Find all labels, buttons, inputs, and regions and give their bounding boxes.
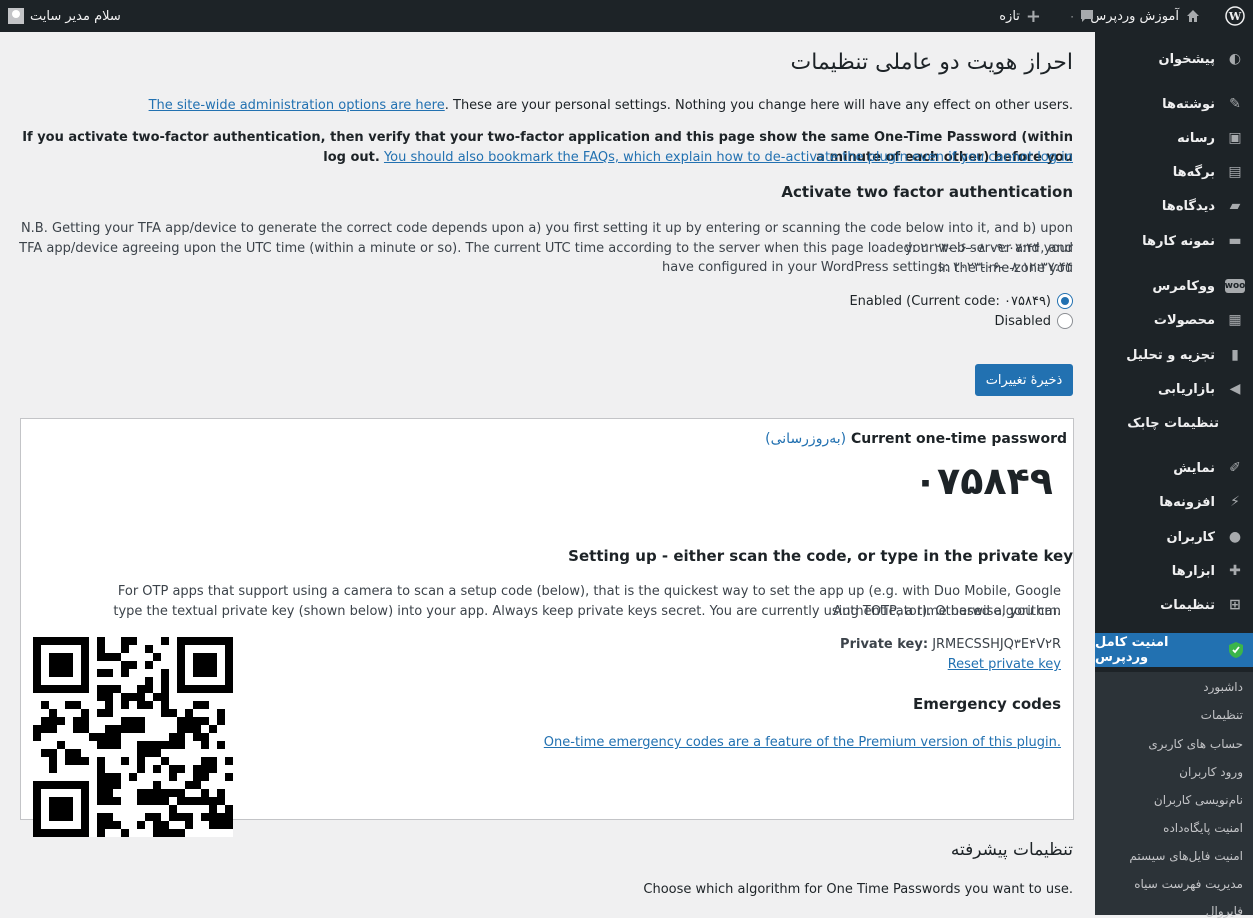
products-icon: ▦ <box>1228 312 1242 328</box>
radio-disabled-row[interactable]: Disabled <box>995 313 1073 329</box>
submenu-item-dashboard[interactable]: داشبورد <box>1203 680 1243 694</box>
submenu-item-settings[interactable]: تنظیمات <box>1201 708 1243 722</box>
comment-bubble-icon <box>1081 10 1093 22</box>
sidebar-item-analytics[interactable]: تجزیه و تحلیل ▮ <box>1095 338 1253 372</box>
users-icon: ● <box>1228 529 1242 545</box>
private-key-value: JRMECSSHJQ۳E۴V۲R <box>932 637 1061 652</box>
setup-heading: Setting up - either scan the code, or ty… <box>568 547 1073 565</box>
submenu-item-firewall[interactable]: فایروال <box>1206 904 1243 918</box>
reset-private-key-link[interactable]: Reset private key <box>948 655 1061 675</box>
activate-heading: Activate two factor authentication <box>781 183 1073 201</box>
radio-disabled-label: Disabled <box>994 313 1051 329</box>
submenu-item-user-registration[interactable]: نام‌نویسی کاربران <box>1154 793 1243 807</box>
wordpress-logo-icon[interactable]: W <box>1217 0 1253 32</box>
utc-note-line3: have configured in your WordPress settin… <box>662 260 1073 275</box>
folder-icon: ▬ <box>1228 233 1242 249</box>
pin-icon: ✎ <box>1229 96 1241 112</box>
sidebar-item-pages[interactable]: برگه‌ها ▤ <box>1095 155 1253 189</box>
sidebar-item-portfolio[interactable]: نمونه کارها ▬ <box>1095 224 1253 258</box>
warning-text-line2: log out. You should also bookmark the FA… <box>323 150 1073 165</box>
premium-emergency-link[interactable]: One-time emergency codes are a feature o… <box>544 733 1061 753</box>
sidebar-item-media[interactable]: رسانه ▣ <box>1095 121 1253 155</box>
sidebar-item-products[interactable]: محصولات ▦ <box>1095 303 1253 337</box>
media-icon: ▣ <box>1228 130 1242 146</box>
sidebar-item-users[interactable]: کاربران ● <box>1095 520 1253 554</box>
submenu-item-blacklist-manager[interactable]: مدیریت فهرست سیاه <box>1134 877 1243 891</box>
sidebar-item-comments[interactable]: دیدگاه‌ها ▰ <box>1095 189 1253 223</box>
sidebar-item-security[interactable]: امنیت کامل وردپرس <box>1087 633 1253 667</box>
algorithm-note: Choose which algorithm for One Time Pass… <box>643 882 1073 897</box>
shield-icon <box>1226 640 1245 660</box>
site-name-label: آموزش وردپرس <box>1090 8 1179 24</box>
dashboard-icon: ◐ <box>1228 51 1242 67</box>
sidebar-item-tools[interactable]: ابزارها ✚ <box>1095 554 1253 588</box>
private-key-row: Private key: JRMECSSHJQ۳E۴V۲R <box>840 637 1061 652</box>
radio-enabled-label: Enabled (Current code: ۰۷۵۸۴۹) <box>849 293 1051 309</box>
sidebar-item-appearance[interactable]: نمایش ✐ <box>1095 451 1253 485</box>
personal-settings-note: The site-wide administration options are… <box>148 98 1073 113</box>
submenu-item-user-accounts[interactable]: حساب های کاربری <box>1148 737 1243 751</box>
my-account-link[interactable]: سلام مدیر سایت <box>8 0 121 32</box>
submenu-item-user-login[interactable]: ورود کاربران <box>1179 765 1243 779</box>
sidebar-item-dashboard[interactable]: پیشخوان ◐ <box>1095 42 1253 76</box>
otp-title: (به‌روزرسانی) Current one-time password <box>765 431 1067 447</box>
radio-enabled-row[interactable]: Enabled (Current code: ۰۷۵۸۴۹) <box>849 293 1073 309</box>
pages-icon: ▤ <box>1228 164 1242 180</box>
account-label: سلام مدیر سایت <box>30 8 121 24</box>
sidebar-item-settings[interactable]: تنظیمات ⊞ <box>1095 588 1253 622</box>
new-label: تازه <box>999 8 1020 24</box>
submenu-item-filesystem-security[interactable]: امنیت فایل‌های سیستم <box>1129 849 1243 863</box>
plus-icon: + <box>1025 5 1041 27</box>
appearance-icon: ✐ <box>1229 460 1241 476</box>
tools-icon: ✚ <box>1229 563 1241 579</box>
plugins-icon: ⚡ <box>1230 494 1240 510</box>
radio-disabled[interactable] <box>1057 313 1073 329</box>
comments-link[interactable]: ۰ <box>1069 0 1095 32</box>
advanced-settings-heading: تنظیمات پیشرفته <box>950 840 1073 860</box>
emergency-codes-heading: Emergency codes <box>913 695 1061 713</box>
comments-count: ۰ <box>1069 9 1075 23</box>
sidebar-item-marketing[interactable]: بازاریابی ◀ <box>1095 372 1253 406</box>
qr-code <box>33 637 233 837</box>
sidebar-item-chabok-settings[interactable]: تنظیمات چابک <box>1095 406 1253 440</box>
comments-icon: ▰ <box>1229 198 1241 214</box>
woocommerce-icon: woo <box>1224 279 1246 293</box>
radio-enabled[interactable] <box>1057 293 1073 309</box>
admin-bar: W آموزش وردپرس ۰ تازه + سلام مدیر سایت <box>0 0 1253 32</box>
admin-sidebar: پیشخوان ◐ نوشته‌ها ✎ رسانه ▣ برگه‌ها ▤ دیدگا… <box>1087 32 1253 918</box>
avatar <box>8 8 24 24</box>
sidebar-item-plugins[interactable]: افزونه‌ها ⚡ <box>1095 485 1253 519</box>
otp-panel: (به‌روزرسانی) Current one-time password … <box>20 418 1074 837</box>
megaphone-icon: ◀ <box>1229 381 1241 397</box>
new-content-link[interactable]: تازه + <box>999 0 1041 32</box>
save-changes-button[interactable]: ذخیرهٔ تغییرات <box>975 364 1073 396</box>
submenu-item-database-security[interactable]: امنیت پایگاه‌داده <box>1163 821 1243 835</box>
refresh-otp-link[interactable]: (به‌روزرسانی) <box>765 431 846 447</box>
site-wide-options-link[interactable]: The site-wide administration options are… <box>149 98 445 113</box>
analytics-icon: ▮ <box>1231 347 1239 363</box>
faq-bookmark-link[interactable]: You should also bookmark the FAQs, which… <box>384 150 1073 165</box>
sidebar-item-posts[interactable]: نوشته‌ها ✎ <box>1095 87 1253 121</box>
settings-icon: ⊞ <box>1229 597 1241 613</box>
main-content: احراز هویت دو عاملی تنظیمات The site-wid… <box>0 32 1095 915</box>
setup-text-line2: type the textual private key (shown belo… <box>113 604 1061 619</box>
otp-code: ۰۷۵۸۴۹ <box>913 459 1053 503</box>
security-submenu: داشبورد تنظیمات حساب های کاربری ورود کار… <box>1095 672 1253 918</box>
page-title: احراز هویت دو عاملی تنظیمات <box>790 50 1074 75</box>
svg-text:W: W <box>1228 10 1242 23</box>
sidebar-item-woocommerce[interactable]: ووکامرس woo <box>1095 269 1253 303</box>
site-name-link[interactable]: آموزش وردپرس <box>1090 0 1201 32</box>
home-icon <box>1187 10 1199 22</box>
